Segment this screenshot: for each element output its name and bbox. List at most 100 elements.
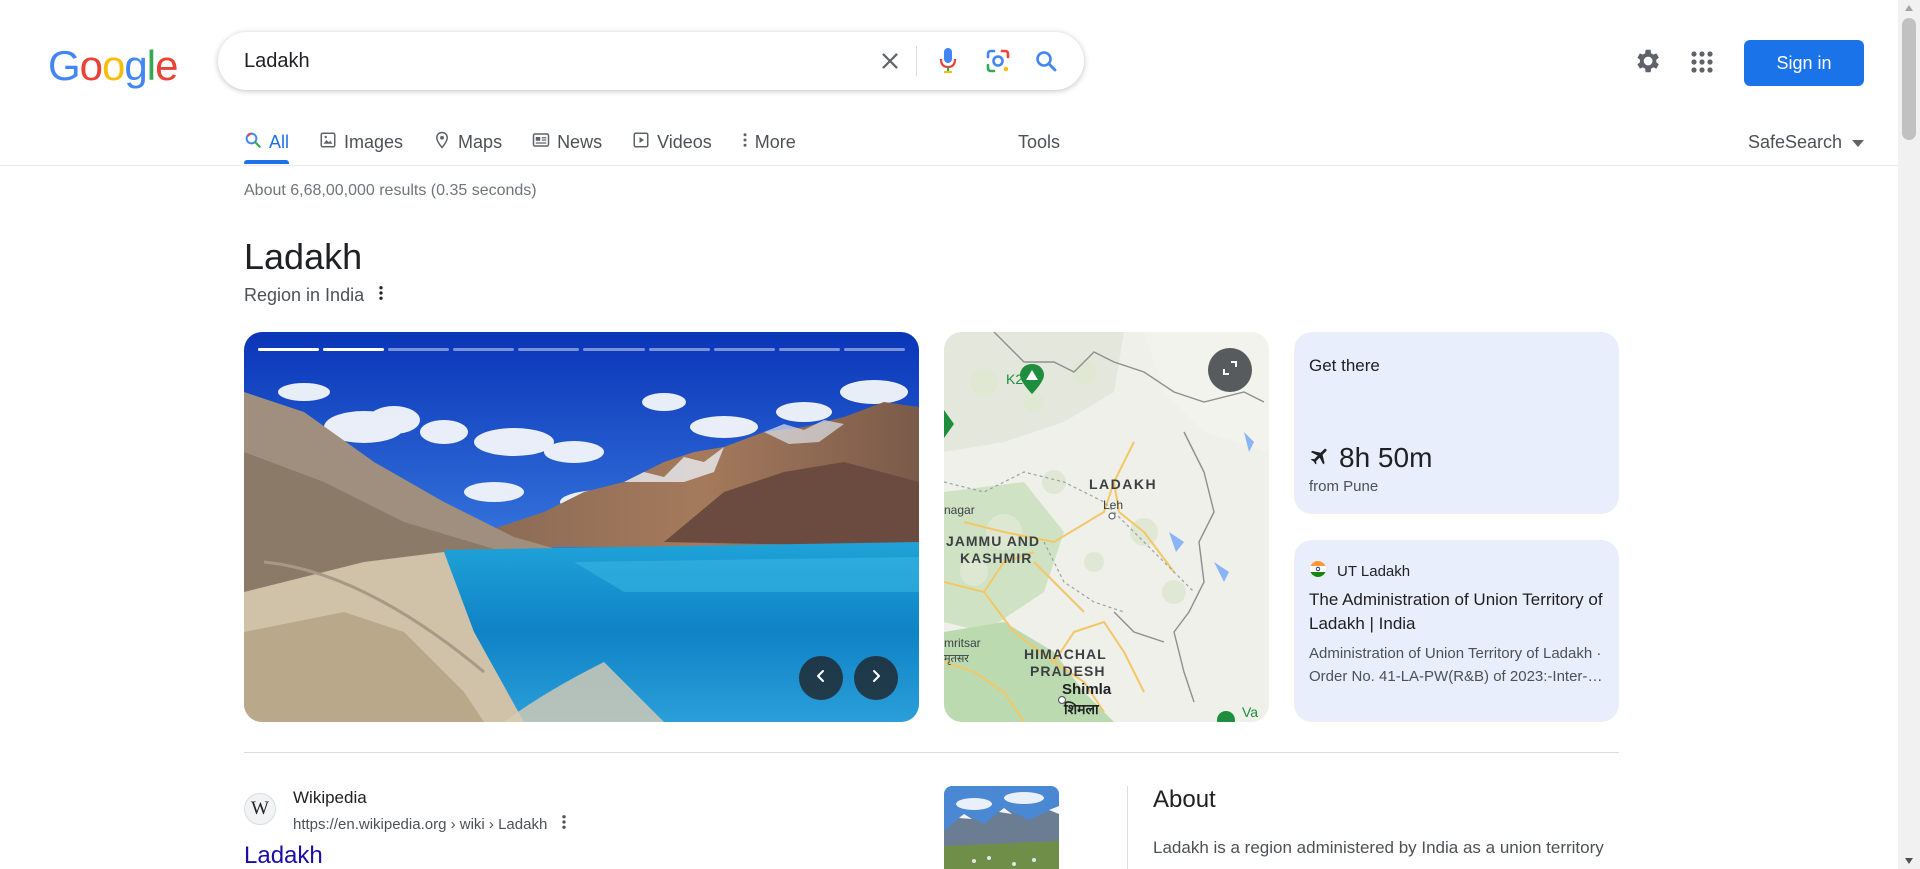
scroll-down-arrow-icon[interactable] — [1898, 853, 1920, 869]
entity-subtitle-row: Region in India — [244, 284, 384, 307]
result-url-row: https://en.wikipedia.org › wiki › Ladakh — [293, 813, 567, 835]
search-icon[interactable] — [1026, 32, 1066, 90]
map-label-va: Va — [1242, 704, 1258, 720]
results-stats: About 6,68,00,000 results (0.35 seconds) — [244, 182, 537, 199]
get-there-card[interactable]: Get there 8h 50m from Pune — [1294, 332, 1619, 514]
progress-segment — [453, 348, 515, 351]
chevron-right-icon — [869, 669, 883, 688]
mountain-thumbnail-image — [944, 786, 1059, 869]
map-canvas: K2 LADAKH Leh nagar JAMMU AND KASHMIR HI… — [944, 332, 1269, 722]
tab-label: All — [269, 131, 290, 152]
search-results-page: Google Ladakh Sign in All Images Maps Ne… — [0, 0, 1920, 869]
logo-letter: o — [102, 42, 125, 89]
shimla-dot — [1057, 695, 1067, 705]
progress-segment — [388, 348, 450, 351]
map-label-nagar: nagar — [944, 503, 975, 517]
progress-segment — [648, 348, 710, 351]
logo-letter: l — [146, 42, 156, 89]
region-map[interactable]: K2 LADAKH Leh nagar JAMMU AND KASHMIR HI… — [944, 332, 1269, 722]
progress-segment — [713, 348, 775, 351]
expand-icon — [1222, 360, 1238, 381]
entity-subtitle: Region in India — [244, 285, 365, 305]
tab-maps[interactable]: Maps — [433, 120, 502, 164]
about-heading: About — [1153, 786, 1216, 813]
tab-label: News — [557, 131, 603, 152]
scroll-up-arrow-icon[interactable] — [1898, 0, 1920, 16]
progress-segment — [323, 348, 385, 351]
progress-segment — [518, 348, 580, 351]
map-label-amritsar-hindi: मृतसर — [944, 652, 969, 665]
settings-gear-icon[interactable] — [1632, 46, 1662, 81]
result-url: https://en.wikipedia.org › wiki › Ladakh — [293, 815, 548, 833]
leh-dot — [1108, 512, 1116, 520]
map-label-shimla: Shimla — [1062, 681, 1112, 698]
sign-in-button[interactable]: Sign in — [1744, 40, 1864, 86]
microphone-icon[interactable] — [928, 32, 968, 90]
scrollbar-thumb[interactable] — [1902, 18, 1916, 140]
photo-carousel[interactable] — [244, 332, 919, 722]
tab-images[interactable]: Images — [319, 120, 403, 164]
lens-icon[interactable] — [978, 32, 1018, 90]
tab-label: Maps — [458, 131, 503, 152]
logo-letter: e — [155, 42, 178, 89]
tab-videos[interactable]: Videos — [632, 120, 712, 164]
image-icon — [319, 131, 337, 154]
clear-icon[interactable] — [870, 32, 910, 90]
map-label-kashmir: KASHMIR — [960, 550, 1032, 566]
logo-letter: g — [124, 42, 147, 89]
wikipedia-favicon: W — [244, 793, 276, 825]
tab-label: Videos — [657, 131, 712, 152]
tab-label: More — [754, 131, 796, 152]
map-expand-button[interactable] — [1208, 348, 1252, 392]
carousel-prev-button[interactable] — [799, 656, 843, 700]
result-more-options-icon[interactable] — [561, 813, 567, 835]
map-pin-icon — [433, 131, 451, 154]
apps-grid-icon[interactable] — [1690, 50, 1714, 79]
caret-down-icon — [1852, 132, 1865, 153]
google-logo[interactable]: Google — [48, 42, 178, 90]
entity-title: Ladakh — [244, 236, 363, 277]
about-text: Ladakh is a region administered by India… — [1153, 838, 1604, 857]
search-box — [218, 32, 1084, 90]
ut-ladakh-card[interactable]: UT Ladakh The Administration of Union Te… — [1294, 540, 1619, 722]
safesearch-label: SafeSearch — [1748, 131, 1843, 152]
safesearch-dropdown[interactable]: SafeSearch — [1748, 120, 1865, 164]
ut-card-title[interactable]: The Administration of Union Territory of… — [1309, 588, 1609, 636]
tab-all[interactable]: All — [244, 120, 290, 164]
get-there-label: Get there — [1309, 356, 1380, 375]
header-divider — [0, 165, 1898, 166]
progress-segment — [258, 348, 320, 351]
page-scrollbar[interactable] — [1898, 0, 1920, 869]
tools-button[interactable]: Tools — [1018, 120, 1060, 164]
progress-segment — [778, 348, 840, 351]
ut-card-snippet: Administration of Union Territory of Lad… — [1309, 645, 1602, 685]
video-icon — [632, 131, 650, 154]
progress-segment — [583, 348, 645, 351]
map-label-amritsar: mritsar — [944, 636, 981, 650]
result-title-link[interactable]: Ladakh — [244, 842, 323, 869]
airplane-icon — [1309, 442, 1331, 474]
chevron-left-icon — [814, 669, 828, 688]
travel-time-value: 8h 50m — [1339, 442, 1433, 473]
progress-segment — [843, 348, 905, 351]
search-input[interactable] — [244, 32, 824, 90]
ut-source-name: UT Ladakh — [1337, 562, 1411, 580]
result-thumbnail[interactable] — [944, 786, 1059, 869]
news-icon — [532, 131, 550, 154]
logo-letter: o — [79, 42, 103, 89]
map-label-pradesh: PRADESH — [1030, 663, 1105, 679]
carousel-progress — [258, 348, 905, 351]
map-label-shimla-hindi: शिमला — [1063, 701, 1100, 718]
map-label-leh: Leh — [1103, 498, 1123, 512]
about-divider — [1127, 786, 1128, 869]
ut-source: UT Ladakh — [1309, 560, 1410, 582]
result-site-name: Wikipedia — [293, 788, 367, 807]
more-options-icon[interactable] — [378, 284, 384, 307]
tab-news[interactable]: News — [532, 120, 602, 164]
carousel-next-button[interactable] — [854, 656, 898, 700]
travel-origin: from Pune — [1309, 478, 1379, 495]
search-tabs: All Images Maps News Videos More — [244, 120, 826, 166]
travel-time: 8h 50m — [1309, 442, 1432, 474]
india-flag-icon — [1309, 560, 1327, 582]
tab-more[interactable]: More — [742, 120, 796, 164]
